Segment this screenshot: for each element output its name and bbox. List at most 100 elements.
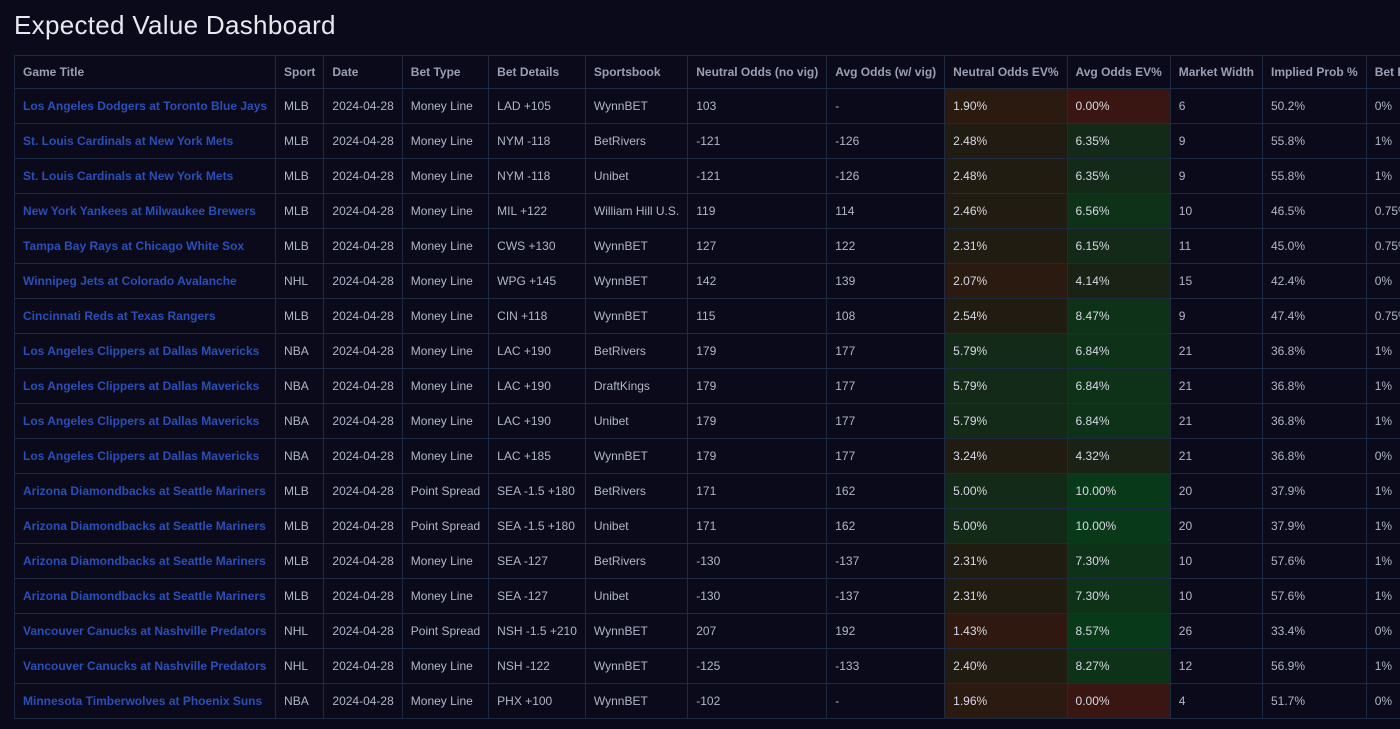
col-neutral-ev[interactable]: Neutral Odds EV% (944, 56, 1066, 88)
game-link[interactable]: St. Louis Cardinals at New York Mets (23, 169, 233, 183)
col-recommendation[interactable]: Bet Recommendation (Bankroll %) (1366, 56, 1400, 88)
game-link[interactable]: Cincinnati Reds at Texas Rangers (23, 309, 216, 323)
cell-avg-ev: 6.35% (1067, 158, 1170, 193)
table-row: Arizona Diamondbacks at Seattle Mariners… (15, 508, 1400, 543)
cell-implied-prob: 37.9% (1262, 473, 1366, 508)
cell-avg-ev: 6.15% (1067, 228, 1170, 263)
cell-bet-type: Money Line (402, 403, 488, 438)
col-sportsbook[interactable]: Sportsbook (585, 56, 687, 88)
game-link[interactable]: Vancouver Canucks at Nashville Predators (23, 624, 266, 638)
cell-market-width: 21 (1170, 368, 1262, 403)
cell-sportsbook: Unibet (585, 508, 687, 543)
cell-avg-ev: 6.84% (1067, 403, 1170, 438)
game-link[interactable]: Arizona Diamondbacks at Seattle Mariners (23, 519, 266, 533)
cell-sportsbook: Unibet (585, 578, 687, 613)
cell-sportsbook: WynnBET (585, 438, 687, 473)
cell-sportsbook: WynnBET (585, 228, 687, 263)
cell-date: 2024-04-28 (323, 123, 401, 158)
game-link[interactable]: Los Angeles Clippers at Dallas Mavericks (23, 379, 259, 393)
col-date[interactable]: Date (323, 56, 401, 88)
game-link[interactable]: Los Angeles Clippers at Dallas Mavericks (23, 414, 259, 428)
cell-sport: NBA (275, 683, 323, 718)
ev-table: Game Title Sport Date Bet Type Bet Detai… (14, 55, 1400, 719)
cell-market-width: 4 (1170, 683, 1262, 718)
cell-avg-odds: 177 (826, 333, 944, 368)
cell-recommendation: 0% (1366, 683, 1400, 718)
game-link[interactable]: Los Angeles Dodgers at Toronto Blue Jays (23, 99, 267, 113)
cell-avg-odds: - (826, 683, 944, 718)
cell-implied-prob: 56.9% (1262, 648, 1366, 683)
game-link[interactable]: Arizona Diamondbacks at Seattle Mariners (23, 484, 266, 498)
cell-avg-ev: 10.00% (1067, 473, 1170, 508)
game-link[interactable]: New York Yankees at Milwaukee Brewers (23, 204, 256, 218)
table-row: Los Angeles Clippers at Dallas Mavericks… (15, 403, 1400, 438)
cell-date: 2024-04-28 (323, 683, 401, 718)
cell-neutral-odds: 179 (687, 333, 826, 368)
cell-avg-ev: 7.30% (1067, 543, 1170, 578)
game-link[interactable]: St. Louis Cardinals at New York Mets (23, 134, 233, 148)
game-link[interactable]: Minnesota Timberwolves at Phoenix Suns (23, 694, 262, 708)
col-sport[interactable]: Sport (275, 56, 323, 88)
cell-recommendation: 1% (1366, 473, 1400, 508)
cell-neutral-odds: 179 (687, 368, 826, 403)
cell-neutral-odds: -125 (687, 648, 826, 683)
cell-avg-odds: 177 (826, 368, 944, 403)
cell-bet-details: WPG +145 (488, 263, 585, 298)
cell-recommendation: 0% (1366, 263, 1400, 298)
cell-date: 2024-04-28 (323, 298, 401, 333)
game-link[interactable]: Los Angeles Clippers at Dallas Mavericks (23, 344, 259, 358)
cell-market-width: 21 (1170, 333, 1262, 368)
col-bet-details[interactable]: Bet Details (488, 56, 585, 88)
col-bet-type[interactable]: Bet Type (402, 56, 488, 88)
cell-sportsbook: William Hill U.S. (585, 193, 687, 228)
cell-sport: MLB (275, 473, 323, 508)
cell-recommendation: 0.75% (1366, 193, 1400, 228)
cell-recommendation: 1% (1366, 543, 1400, 578)
col-avg-odds[interactable]: Avg Odds (w/ vig) (826, 56, 944, 88)
cell-sport: MLB (275, 158, 323, 193)
cell-bet-details: SEA -1.5 +180 (488, 473, 585, 508)
cell-date: 2024-04-28 (323, 88, 401, 123)
cell-bet-details: LAC +185 (488, 438, 585, 473)
cell-implied-prob: 51.7% (1262, 683, 1366, 718)
cell-sport: MLB (275, 543, 323, 578)
cell-bet-type: Money Line (402, 158, 488, 193)
col-neutral-odds[interactable]: Neutral Odds (no vig) (687, 56, 826, 88)
col-market-width[interactable]: Market Width (1170, 56, 1262, 88)
cell-avg-odds: -126 (826, 123, 944, 158)
cell-recommendation: 1% (1366, 508, 1400, 543)
cell-date: 2024-04-28 (323, 403, 401, 438)
cell-sport: NBA (275, 333, 323, 368)
col-avg-ev[interactable]: Avg Odds EV% (1067, 56, 1170, 88)
table-row: Vancouver Canucks at Nashville Predators… (15, 648, 1400, 683)
cell-neutral-odds: 127 (687, 228, 826, 263)
cell-bet-details: LAC +190 (488, 403, 585, 438)
cell-sportsbook: WynnBET (585, 613, 687, 648)
cell-market-width: 15 (1170, 263, 1262, 298)
game-link[interactable]: Vancouver Canucks at Nashville Predators (23, 659, 266, 673)
game-link[interactable]: Arizona Diamondbacks at Seattle Mariners (23, 589, 266, 603)
cell-avg-odds: 162 (826, 473, 944, 508)
col-game-title[interactable]: Game Title (15, 56, 275, 88)
cell-avg-ev: 6.84% (1067, 368, 1170, 403)
cell-avg-ev: 0.00% (1067, 683, 1170, 718)
cell-date: 2024-04-28 (323, 228, 401, 263)
cell-implied-prob: 45.0% (1262, 228, 1366, 263)
cell-avg-odds: 177 (826, 403, 944, 438)
cell-neutral-odds: 179 (687, 403, 826, 438)
cell-neutral-ev: 5.00% (944, 508, 1066, 543)
cell-bet-details: CWS +130 (488, 228, 585, 263)
cell-recommendation: 0% (1366, 438, 1400, 473)
game-link[interactable]: Winnipeg Jets at Colorado Avalanche (23, 274, 237, 288)
game-link[interactable]: Tampa Bay Rays at Chicago White Sox (23, 239, 244, 253)
cell-market-width: 21 (1170, 403, 1262, 438)
game-link[interactable]: Los Angeles Clippers at Dallas Mavericks (23, 449, 259, 463)
table-row: Arizona Diamondbacks at Seattle Mariners… (15, 578, 1400, 613)
cell-avg-odds: 122 (826, 228, 944, 263)
col-implied-prob[interactable]: Implied Prob % (1262, 56, 1366, 88)
cell-bet-details: NSH -1.5 +210 (488, 613, 585, 648)
cell-neutral-odds: -130 (687, 578, 826, 613)
game-link[interactable]: Arizona Diamondbacks at Seattle Mariners (23, 554, 266, 568)
cell-avg-odds: -126 (826, 158, 944, 193)
cell-bet-type: Money Line (402, 263, 488, 298)
